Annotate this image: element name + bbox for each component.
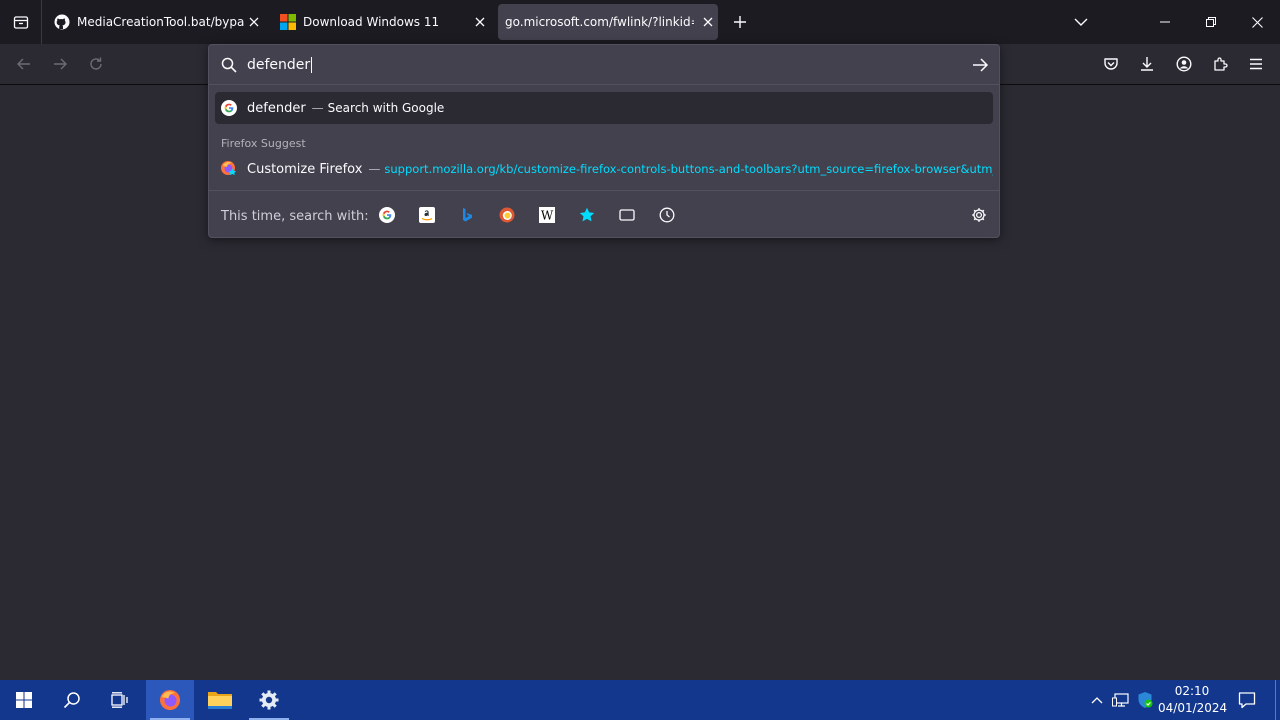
- close-tab-icon[interactable]: [698, 12, 718, 32]
- taskbar-settings[interactable]: [245, 680, 293, 720]
- windows-logo-icon: [16, 692, 32, 708]
- download-icon: [1141, 57, 1153, 71]
- amazon-icon[interactable]: [418, 206, 436, 224]
- action-center-button[interactable]: [1237, 690, 1257, 710]
- shield-icon: [1138, 692, 1153, 708]
- restore-icon: [1206, 17, 1216, 27]
- github-icon: [54, 14, 70, 30]
- minimize-icon: [1160, 21, 1170, 23]
- windows-taskbar: 02:10 04/01/2024: [0, 680, 1280, 720]
- close-tab-icon[interactable]: [244, 12, 264, 32]
- forward-arrow-icon: [54, 58, 67, 70]
- reload-icon: [90, 57, 102, 70]
- tab-fwlink-active[interactable]: go.microsoft.com/fwlink/?linkid=2: [498, 4, 718, 40]
- firefox-icon: [221, 161, 237, 177]
- new-tab-button[interactable]: [726, 8, 754, 36]
- go-arrow-icon[interactable]: [971, 56, 989, 74]
- wikipedia-icon[interactable]: W: [538, 206, 556, 224]
- close-window-button[interactable]: [1234, 0, 1280, 44]
- google-icon: [221, 100, 237, 116]
- minimize-button[interactable]: [1142, 0, 1188, 44]
- suggestion-text: defender: [247, 100, 306, 116]
- tab-download-windows-11[interactable]: Download Windows 11: [274, 0, 490, 44]
- plus-icon: [734, 16, 746, 28]
- close-icon: [1251, 16, 1263, 28]
- firefox-view-icon: [13, 16, 28, 29]
- forward-button[interactable]: [46, 50, 74, 78]
- tab-strip: MediaCreationTool.bat/bypass11 Download …: [0, 0, 1280, 44]
- suggestion-action: Search with Google: [327, 101, 445, 115]
- taskbar-file-explorer[interactable]: [196, 680, 244, 720]
- separator: —: [368, 162, 381, 176]
- search-settings-gear-icon[interactable]: [970, 206, 988, 224]
- restore-button[interactable]: [1188, 0, 1234, 44]
- suggest-url: support.mozilla.org/kb/customize-firefox…: [384, 162, 993, 176]
- one-off-search-bar: This time, search with: W: [209, 190, 999, 238]
- address-bar-text[interactable]: defender: [247, 57, 313, 73]
- back-arrow-icon: [17, 58, 30, 70]
- app-menu-button[interactable]: [1242, 50, 1270, 78]
- chevron-up-icon: [1091, 697, 1103, 704]
- suggest-title: Customize Firefox: [247, 161, 363, 177]
- firefox-icon: [160, 690, 180, 710]
- downloads-button[interactable]: [1133, 50, 1161, 78]
- bing-icon[interactable]: [458, 206, 476, 224]
- extensions-button[interactable]: [1206, 50, 1234, 78]
- urlbar-panel: defender defender — Search with Google F…: [208, 44, 1000, 238]
- task-view-button[interactable]: [96, 680, 144, 720]
- clock-date: 04/01/2024: [1158, 701, 1228, 715]
- tab-title: go.microsoft.com/fwlink/?linkid=2: [505, 15, 694, 29]
- address-bar-input[interactable]: defender: [209, 45, 999, 85]
- separator: —: [311, 101, 324, 115]
- account-icon: [1176, 56, 1192, 72]
- list-all-tabs-button[interactable]: [1058, 0, 1104, 44]
- firefox-suggest-label: Firefox Suggest: [221, 137, 306, 150]
- tab-title: MediaCreationTool.bat/bypass11: [77, 15, 244, 29]
- search-suggestion-row[interactable]: defender — Search with Google: [215, 92, 993, 124]
- taskbar-clock[interactable]: 02:10 04/01/2024: [1158, 683, 1228, 717]
- folder-icon: [208, 692, 232, 709]
- firefox-view-button[interactable]: [0, 0, 42, 44]
- tab-title: Download Windows 11: [303, 15, 440, 29]
- history-clock-icon[interactable]: [658, 206, 676, 224]
- chevron-down-icon: [1074, 18, 1088, 26]
- duckduckgo-icon[interactable]: [498, 206, 516, 224]
- firefox-suggest-row[interactable]: Customize Firefox — support.mozilla.org/…: [215, 153, 993, 185]
- network-icon: [1112, 693, 1129, 707]
- search-icon: [221, 57, 237, 73]
- taskbar-firefox[interactable]: [146, 680, 194, 720]
- svg-text:W: W: [541, 209, 554, 223]
- tab-mediacreationtool[interactable]: MediaCreationTool.bat/bypass11: [48, 0, 264, 44]
- taskbar-search-button[interactable]: [48, 680, 96, 720]
- pocket-button[interactable]: [1097, 50, 1125, 78]
- network-tray-button[interactable]: [1111, 690, 1131, 710]
- start-button[interactable]: [0, 680, 48, 720]
- gear-icon: [259, 690, 279, 710]
- account-button[interactable]: [1170, 50, 1198, 78]
- one-off-label: This time, search with:: [221, 209, 369, 224]
- hamburger-menu-icon: [1250, 58, 1262, 70]
- windows-security-tray-button[interactable]: [1135, 690, 1155, 710]
- task-view-icon: [111, 692, 128, 708]
- google-icon[interactable]: [378, 206, 396, 224]
- search-icon: [63, 692, 80, 709]
- puzzle-piece-icon: [1214, 57, 1228, 71]
- notification-icon: [1238, 692, 1256, 709]
- bookmarks-star-icon[interactable]: [578, 206, 596, 224]
- pocket-icon: [1104, 58, 1118, 70]
- close-tab-icon[interactable]: [470, 12, 490, 32]
- show-desktop-button[interactable]: [1275, 680, 1280, 720]
- microsoft-logo-icon: [280, 14, 296, 30]
- tabs-icon[interactable]: [618, 206, 636, 224]
- reload-button[interactable]: [82, 50, 110, 78]
- show-hidden-icons-button[interactable]: [1087, 690, 1107, 710]
- back-button[interactable]: [10, 50, 38, 78]
- clock-time: 02:10: [1174, 684, 1210, 698]
